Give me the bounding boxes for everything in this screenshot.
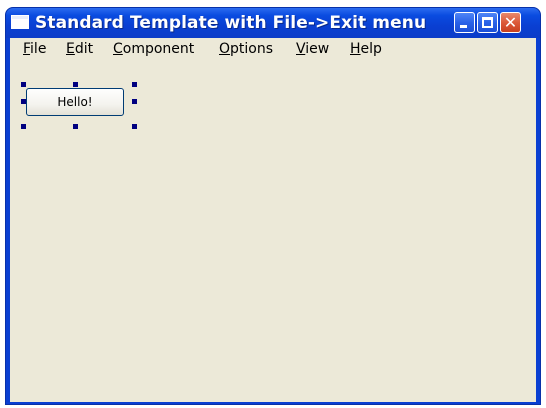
minimize-button[interactable] (454, 12, 475, 33)
hello-button[interactable]: Hello! (26, 88, 124, 116)
close-button[interactable]: ✕ (500, 12, 521, 33)
app-window-icon[interactable] (12, 16, 28, 28)
resize-handle-bottom-right[interactable] (132, 124, 137, 129)
menu-view-mnemonic: V (296, 41, 306, 57)
menu-edit[interactable]: Edit (66, 41, 93, 57)
menu-bar: File Edit Component Options View Help (10, 38, 536, 60)
window-title: Standard Template with File->Exit menu (35, 13, 427, 33)
menu-component-mnemonic: C (113, 41, 123, 57)
app-window: Standard Template with File->Exit menu ✕… (5, 7, 541, 405)
menu-view[interactable]: View (296, 41, 329, 57)
menu-view-label: iew (305, 41, 330, 57)
menu-help[interactable]: Help (350, 41, 382, 57)
resize-handle-bottom[interactable] (73, 124, 78, 129)
maximize-button[interactable] (477, 12, 498, 33)
menu-help-mnemonic: H (350, 41, 361, 57)
menu-file-mnemonic: F (23, 41, 31, 57)
menu-options[interactable]: Options (219, 41, 273, 57)
resize-handle-bottom-left[interactable] (21, 124, 26, 129)
resize-handle-top-left[interactable] (21, 82, 26, 87)
resize-handle-top-right[interactable] (132, 82, 137, 87)
client-area: File Edit Component Options View Help He… (10, 38, 536, 402)
minimize-icon (460, 25, 467, 28)
menu-component-label: omponent (122, 41, 195, 57)
title-bar[interactable]: Standard Template with File->Exit menu ✕ (6, 8, 540, 38)
menu-file-label: ile (30, 41, 47, 57)
maximize-icon (482, 17, 493, 28)
menu-options-label: ptions (230, 41, 274, 57)
menu-edit-label: dit (74, 41, 94, 57)
menu-component[interactable]: Component (113, 41, 194, 57)
menu-edit-mnemonic: E (66, 41, 75, 57)
close-icon: ✕ (503, 13, 518, 32)
menu-file[interactable]: File (23, 41, 46, 57)
menu-help-label: elp (360, 41, 382, 57)
menu-options-mnemonic: O (219, 41, 231, 57)
resize-handle-right[interactable] (132, 99, 137, 104)
resize-handle-top[interactable] (73, 82, 78, 87)
